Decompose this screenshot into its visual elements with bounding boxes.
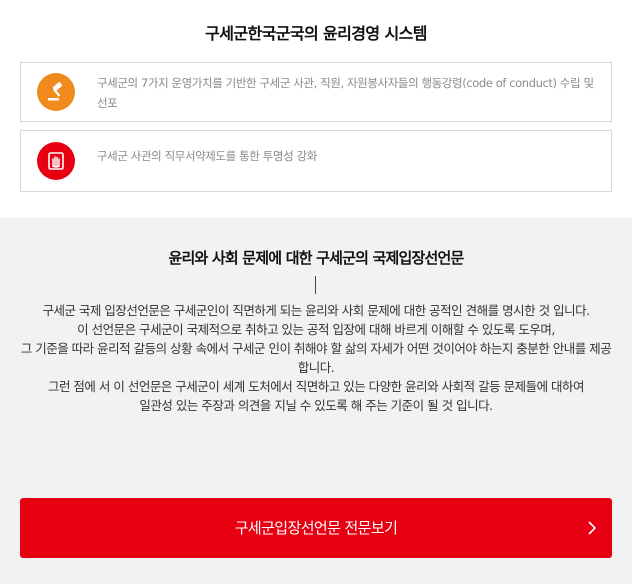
declaration-paragraph: 일관성 있는 주장과 의견을 지닐 수 있도록 해 주는 기준이 될 것 입니다…	[139, 398, 493, 413]
ethics-card-text: 구세군의 7가지 운영가치를 기반한 구세군 사관, 직원, 자원봉사자들의 행…	[97, 76, 594, 110]
declaration-paragraph: 그런 점에 서 이 선언문은 구세군이 세계 도처에서 직면하고 있는 다양한 …	[47, 379, 585, 394]
declaration-body: 구세군 국제 입장선언문은 구세군인이 직면하게 되는 윤리와 사회 문제에 대…	[16, 301, 616, 415]
ethics-card-text: 구세군 사관의 직무서약제도를 통한 투명성 강화	[97, 149, 317, 163]
title-divider	[315, 276, 316, 294]
ethics-section: 구세군한국군국의 윤리경영 시스템 구세군의 7가지 운영가치를 기반한 구세군…	[0, 0, 632, 218]
view-full-declaration-button[interactable]: 구세군입장선언문 전문보기	[20, 498, 612, 558]
ethics-card-code-of-conduct: 구세군의 7가지 운영가치를 기반한 구세군 사관, 직원, 자원봉사자들의 행…	[20, 62, 612, 122]
declaration-paragraph: 그 기준을 따라 윤리적 갈등의 상황 속에서 구세군 인이 취해야 할 삶의 …	[20, 341, 612, 375]
declaration-paragraph: 이 선언문은 구세군이 국제적으로 취하고 있는 공적 입장에 대해 바르게 이…	[77, 322, 555, 337]
ethics-card-pledge: 구세군 사관의 직무서약제도를 통한 투명성 강화	[20, 130, 612, 192]
declaration-section: 윤리와 사회 문제에 대한 구세군의 국제입장선언문 구세군 국제 입장선언문은…	[0, 218, 632, 584]
view-full-declaration-label: 구세군입장선언문 전문보기	[234, 519, 398, 537]
declaration-paragraph: 구세군 국제 입장선언문은 구세군인이 직면하게 되는 윤리와 사회 문제에 대…	[42, 303, 590, 318]
gavel-icon	[37, 73, 75, 111]
chevron-right-icon	[588, 521, 597, 535]
hand-stop-icon	[37, 142, 75, 180]
ethics-section-title: 구세군한국군국의 윤리경영 시스템	[205, 24, 427, 43]
